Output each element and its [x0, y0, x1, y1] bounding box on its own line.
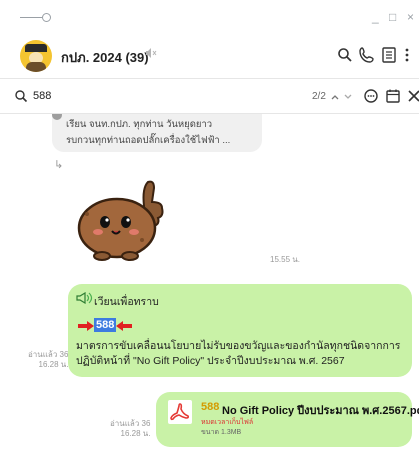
red-arrow-right-icon	[78, 321, 94, 331]
read-receipt: อ่านแล้ว 36 16.28 น.	[28, 350, 68, 370]
search-icon[interactable]	[336, 46, 354, 64]
more-menu-icon[interactable]	[401, 46, 413, 64]
file-size: ขนาด 1.3MB	[201, 429, 242, 436]
message-time: 16.28 น.	[120, 429, 151, 438]
chat-window: _ □ × กปภ. 2024 (39) 588 2/2 เรียน จนท.ก…	[0, 0, 419, 449]
announcement-body: มาตรการขับเคลื่อนนโยบายไม่รับของขวัญและข…	[76, 340, 401, 367]
calendar-icon[interactable]	[385, 88, 401, 104]
reply-preview-line2: รบกวนทุกท่านถอดปลั๊กเครื่องใช้ไฟฟ้า ...	[66, 135, 231, 146]
close-button[interactable]: ×	[407, 10, 414, 24]
notes-icon[interactable]	[380, 46, 398, 64]
chat-search-bar: 588 2/2	[0, 78, 419, 114]
chevron-up-icon[interactable]	[330, 92, 340, 102]
reply-preview-bubble[interactable]: เรียน จนท.กปภ. ทุกท่าน วันหยุดยาว รบกวนท…	[52, 114, 262, 152]
close-search-icon[interactable]	[406, 88, 419, 104]
announcement-message-bubble[interactable]: เวียนเพื่อทราบ 588 มาตรการขับเคลื่อนนโยบ…	[68, 284, 412, 377]
highlighted-search-match: 588	[94, 318, 117, 332]
chat-header: กปภ. 2024 (39)	[0, 34, 419, 78]
message-time: 15.55 น.	[270, 255, 300, 264]
file-name-match: 588	[201, 401, 220, 413]
search-input[interactable]: 588	[33, 90, 51, 102]
pdf-file-icon	[168, 400, 192, 424]
announcement-header: เวียนเพื่อทราบ	[94, 296, 159, 308]
sticker-thumbs-up[interactable]	[72, 176, 172, 262]
read-count: อ่านแล้ว 36	[28, 350, 69, 359]
reply-preview-line1: เรียน จนท.กปภ. ทุกท่าน วันหยุดยาว	[66, 119, 213, 130]
read-count: อ่านแล้ว 36	[110, 419, 151, 428]
message-time: 16.28 น.	[38, 360, 69, 369]
chat-bubble-icon[interactable]	[363, 88, 379, 104]
message-list: เรียน จนท.กปภ. ทุกท่าน วันหยุดยาว รบกวนท…	[0, 114, 419, 449]
chevron-down-icon[interactable]	[343, 92, 353, 102]
reply-arrow-icon: ↳	[54, 159, 64, 171]
minimize-button[interactable]: _	[372, 10, 379, 24]
file-message-bubble[interactable]: 588 No Gift Policy ปีงบประมาณ พ.ศ.2567.p…	[156, 392, 419, 447]
chat-title[interactable]: กปภ. 2024 (39)	[61, 47, 149, 68]
title-bar: _ □ ×	[0, 0, 419, 34]
phone-icon[interactable]	[358, 46, 376, 64]
speaker-muted-icon	[146, 48, 157, 58]
red-arrow-left-icon	[116, 321, 132, 331]
group-avatar[interactable]	[20, 40, 52, 72]
search-icon	[15, 90, 28, 103]
pin-icon[interactable]	[20, 13, 56, 23]
search-result-count: 2/2	[312, 91, 326, 102]
sender-avatar	[52, 114, 62, 120]
maximize-button[interactable]: □	[389, 10, 396, 24]
read-receipt: อ่านแล้ว 36 16.28 น.	[110, 419, 150, 439]
megaphone-icon	[76, 292, 93, 304]
